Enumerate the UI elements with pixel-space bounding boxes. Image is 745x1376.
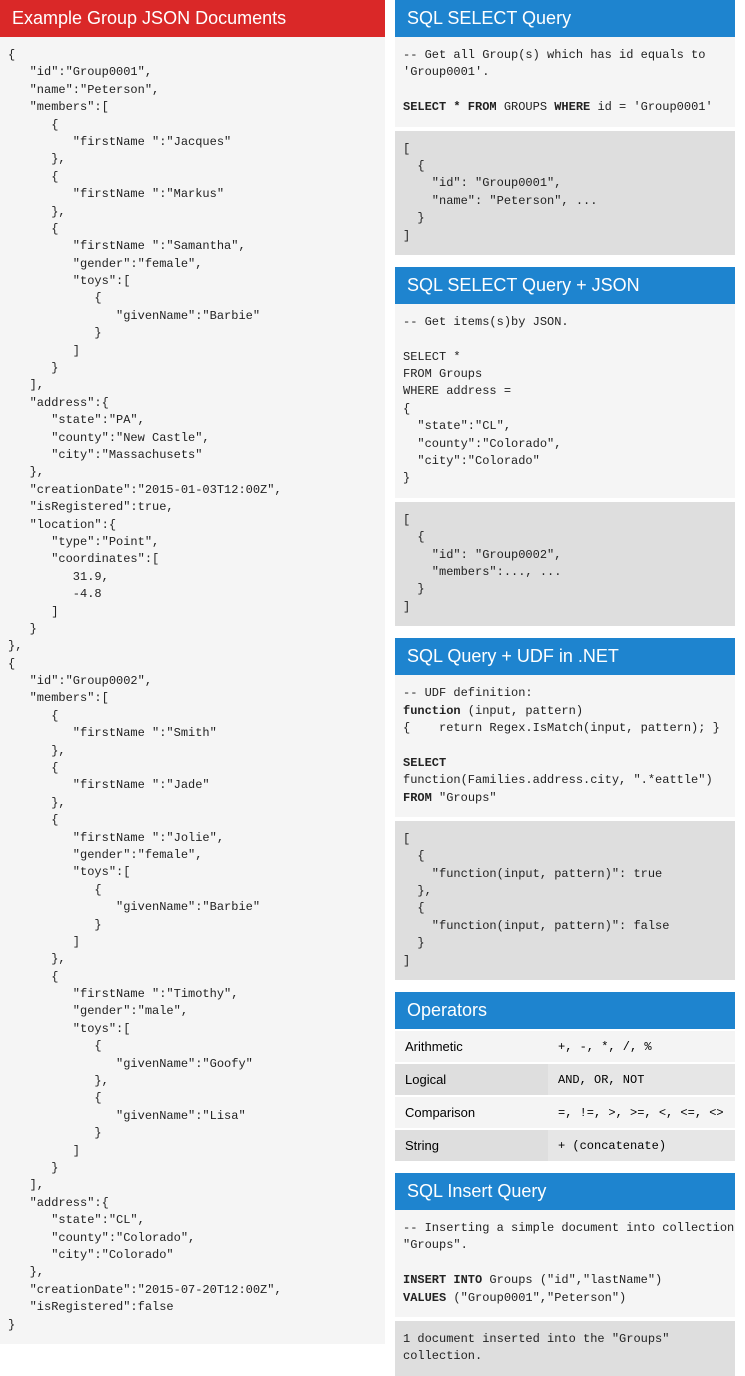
- sql-udf-query: -- UDF definition: function (input, patt…: [395, 675, 735, 817]
- sql-select-query: -- Get all Group(s) which has id equals …: [395, 37, 735, 127]
- right-column: SQL SELECT Query -- Get all Group(s) whi…: [395, 0, 735, 1376]
- operator-value: AND, OR, NOT: [548, 1063, 735, 1096]
- operator-label: Arithmetic: [395, 1030, 548, 1063]
- card-sql-select: SQL SELECT Query -- Get all Group(s) whi…: [395, 0, 735, 255]
- sql-select-json-query: -- Get items(s)by JSON. SELECT * FROM Gr…: [395, 304, 735, 498]
- sql-select-statement: SELECT * FROM GROUPS WHERE id = 'Group00…: [403, 100, 713, 114]
- operators-tbody: Arithmetic+, -, *, /, %LogicalAND, OR, N…: [395, 1030, 735, 1161]
- card-sql-udf: SQL Query + UDF in .NET -- UDF definitio…: [395, 638, 735, 980]
- operator-row: String+ (concatenate): [395, 1129, 735, 1161]
- operators-header: Operators: [395, 992, 735, 1029]
- operator-label: String: [395, 1129, 548, 1161]
- sql-select-json-header: SQL SELECT Query + JSON: [395, 267, 735, 304]
- operator-row: Arithmetic+, -, *, /, %: [395, 1030, 735, 1063]
- sql-insert-header: SQL Insert Query: [395, 1173, 735, 1210]
- sql-select-result: [ { "id": "Group0001", "name": "Peterson…: [395, 127, 735, 255]
- operator-row: Comparison=, !=, >, >=, <, <=, <>: [395, 1096, 735, 1129]
- sql-select-json-result: [ { "id": "Group0002", "members":..., ..…: [395, 498, 735, 626]
- sql-udf-header: SQL Query + UDF in .NET: [395, 638, 735, 675]
- example-json-code: { "id":"Group0001", "name":"Peterson", "…: [0, 37, 385, 1344]
- operator-value: =, !=, >, >=, <, <=, <>: [548, 1096, 735, 1129]
- operator-value: +, -, *, /, %: [548, 1030, 735, 1063]
- card-sql-insert: SQL Insert Query -- Inserting a simple d…: [395, 1173, 735, 1376]
- card-operators: Operators Arithmetic+, -, *, /, %Logical…: [395, 992, 735, 1161]
- operator-label: Logical: [395, 1063, 548, 1096]
- sql-udf-result: [ { "function(input, pattern)": true }, …: [395, 817, 735, 980]
- card-sql-select-json: SQL SELECT Query + JSON -- Get items(s)b…: [395, 267, 735, 626]
- operator-row: LogicalAND, OR, NOT: [395, 1063, 735, 1096]
- sql-select-header: SQL SELECT Query: [395, 0, 735, 37]
- operator-value: + (concatenate): [548, 1129, 735, 1161]
- left-column: Example Group JSON Documents { "id":"Gro…: [0, 0, 385, 1344]
- operators-table: Arithmetic+, -, *, /, %LogicalAND, OR, N…: [395, 1029, 735, 1161]
- operator-label: Comparison: [395, 1096, 548, 1129]
- sql-insert-result: 1 document inserted into the "Groups" co…: [395, 1317, 735, 1376]
- example-json-header: Example Group JSON Documents: [0, 0, 385, 37]
